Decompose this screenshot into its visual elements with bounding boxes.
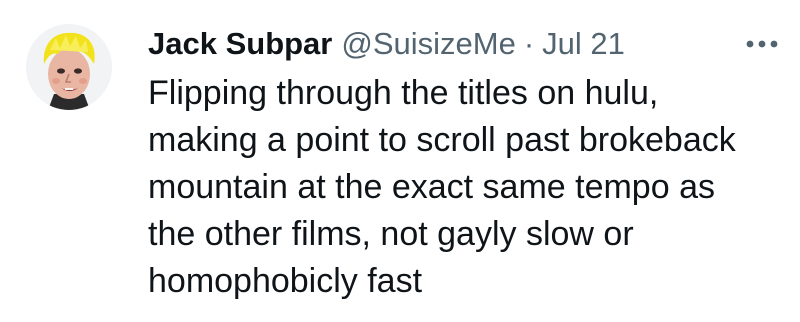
header-separator: · [523, 26, 535, 61]
profile-avatar[interactable] [26, 24, 112, 110]
tweet-date[interactable]: Jul 21 [542, 22, 625, 66]
tweet-text-line: the other films, not gayly slow or [148, 215, 634, 253]
tweet-text: Flipping through the titles on hulu, mak… [148, 70, 788, 305]
avatar-image [26, 24, 112, 110]
author-display-name[interactable]: Jack Subpar [148, 22, 332, 66]
tweet-header: Jack Subpar @SuisizeMe · Jul 21 [148, 22, 625, 66]
tweet-text-line: Flipping through the titles on hulu, [148, 74, 659, 112]
tweet-text-line: homophobicly fast [148, 262, 423, 300]
tweet-card[interactable]: Jack Subpar @SuisizeMe · Jul 21 Flipping… [0, 0, 800, 322]
tweet-text-line: mountain at the exact same tempo as [148, 168, 715, 206]
more-options-icon [746, 40, 778, 48]
author-handle[interactable]: @SuisizeMe [341, 22, 515, 66]
more-options-button[interactable] [740, 26, 784, 62]
tweet-text-line: making a point to scroll past brokeback [148, 121, 736, 159]
